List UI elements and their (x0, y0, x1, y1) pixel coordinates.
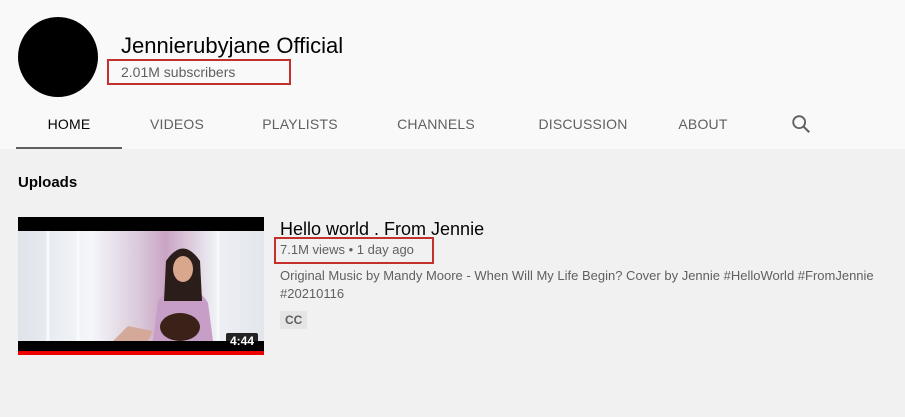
video-description: Original Music by Mandy Moore - When Wil… (280, 268, 874, 301)
channel-avatar[interactable] (18, 17, 98, 97)
video-thumbnail[interactable]: 4:44 (18, 217, 264, 355)
thumbnail-figure (46, 231, 220, 341)
thumbnail-image (18, 231, 264, 341)
tab-discussion[interactable]: DISCUSSION (518, 101, 648, 147)
tab-about[interactable]: ABOUT (670, 101, 736, 147)
watch-progress-bar (18, 351, 264, 355)
tab-playlists[interactable]: PLAYLISTS (245, 101, 355, 147)
video-duration: 4:44 (225, 333, 258, 349)
search-icon[interactable] (790, 113, 812, 135)
subscriber-highlight-box (107, 59, 291, 85)
tab-home[interactable]: HOME (16, 101, 122, 149)
meta-highlight-box (274, 237, 434, 264)
cc-badge: CC (280, 311, 308, 329)
tab-videos[interactable]: VIDEOS (132, 101, 222, 147)
tab-channels[interactable]: CHANNELS (380, 101, 492, 147)
channel-name: Jennierubyjane Official (121, 33, 344, 58)
channel-header: Jennierubyjane Official 2.01M subscriber… (0, 0, 905, 149)
uploads-title: Uploads (18, 174, 78, 191)
